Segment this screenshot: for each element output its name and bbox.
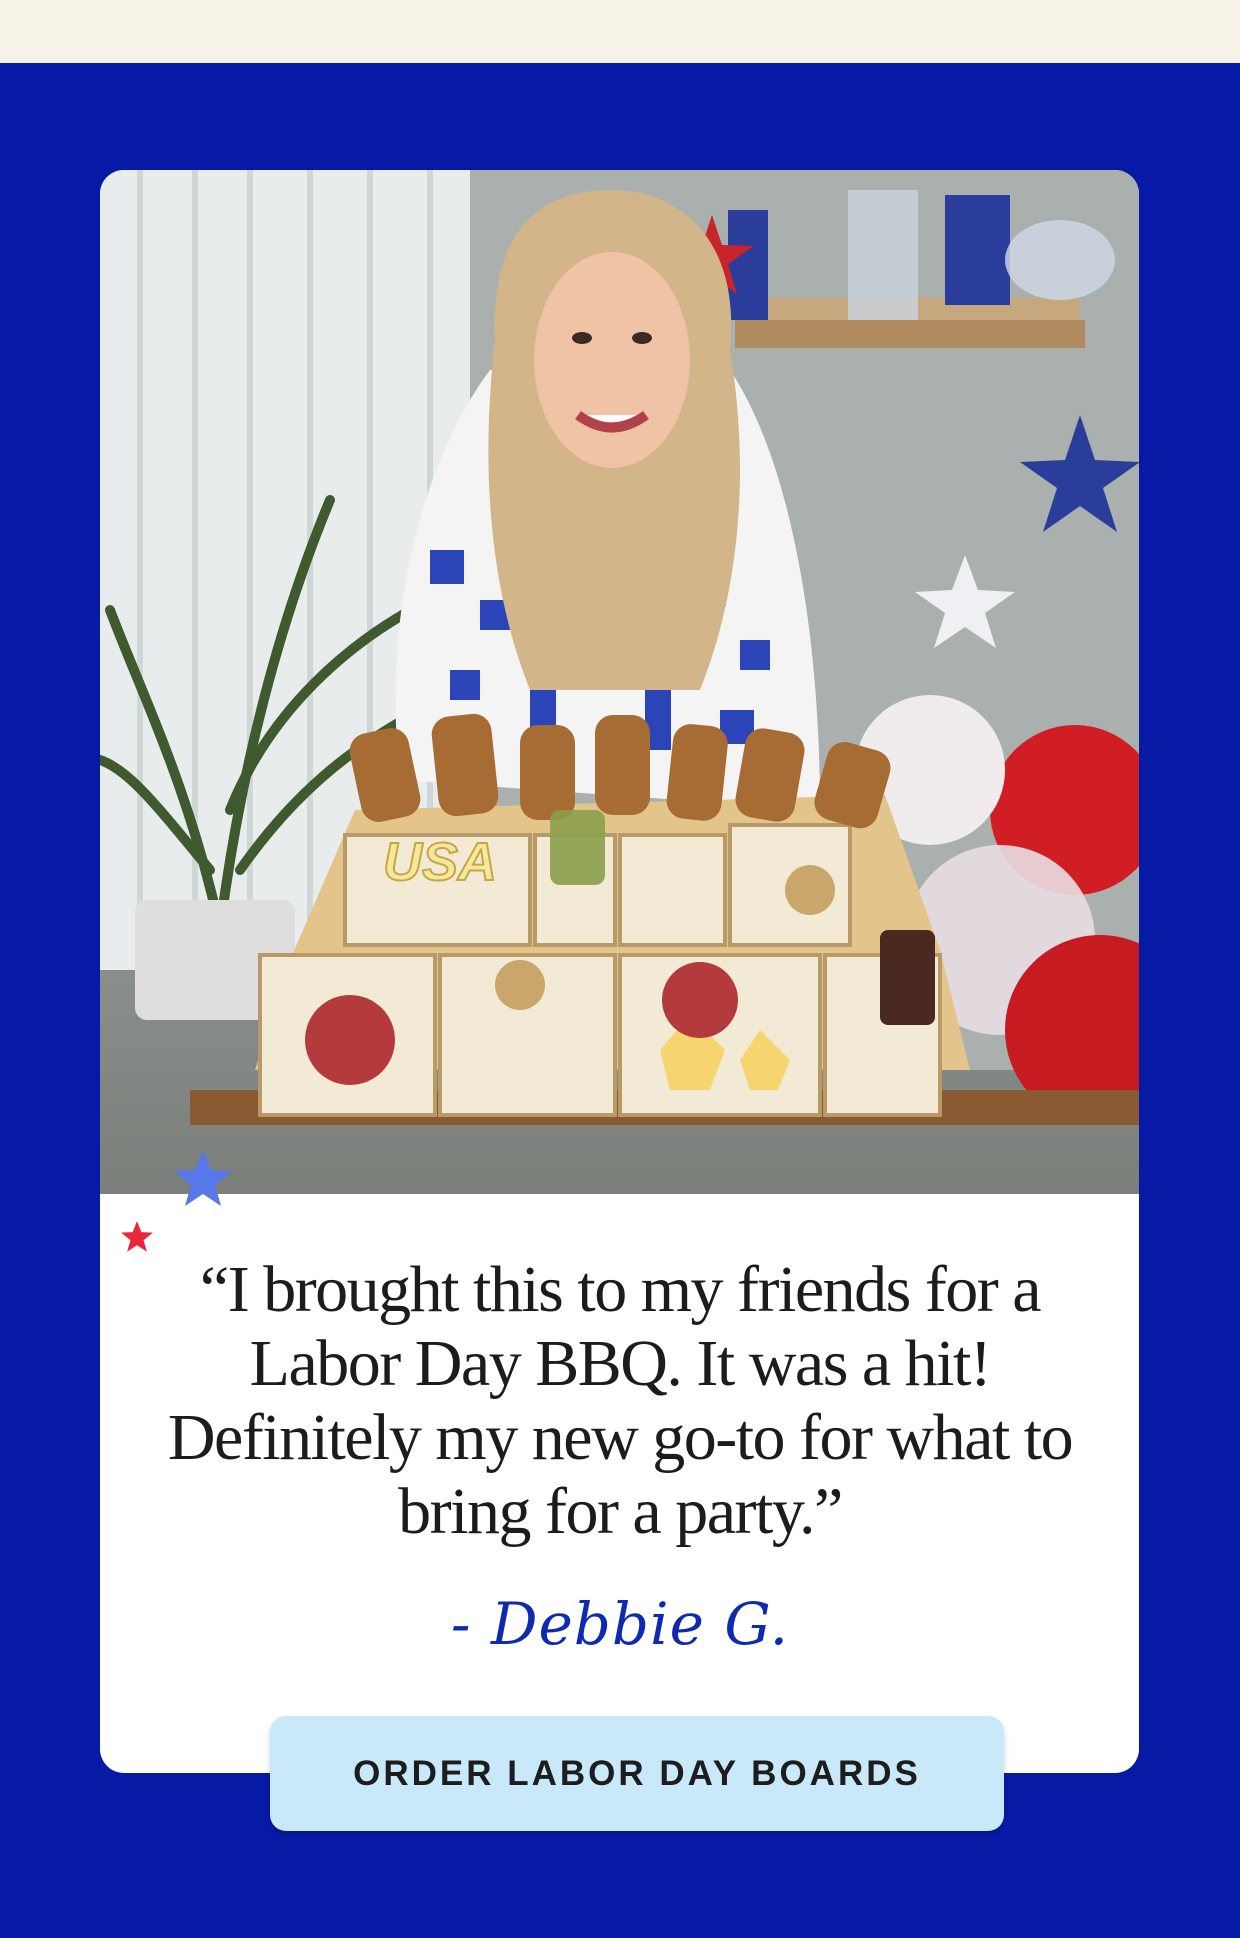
photo-illustration: USA	[100, 170, 1139, 1125]
testimonial-signature: - Debbie G.	[450, 1590, 790, 1658]
top-strip	[0, 0, 1240, 63]
usa-cheese-label: USA	[383, 832, 497, 892]
star-red-icon	[121, 1221, 153, 1252]
order-labor-day-boards-button[interactable]: ORDER LABOR DAY BOARDS	[270, 1716, 1004, 1831]
testimonial-card: USA “I brought this to my friends for a …	[100, 170, 1139, 1773]
testimonial-photo: USA	[100, 170, 1139, 1194]
star-blue-icon	[174, 1150, 232, 1206]
testimonial-quote: “I brought this to my friends for a Labo…	[167, 1253, 1074, 1548]
